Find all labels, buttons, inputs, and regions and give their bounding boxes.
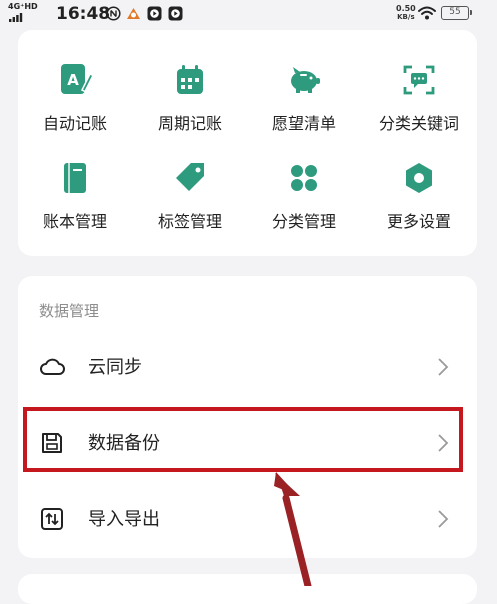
network-speed: 0.50 KB/s: [396, 4, 416, 22]
section-title: 数据管理: [39, 302, 100, 320]
piggy-bank-icon: [291, 67, 320, 93]
wifi-icon: [418, 6, 436, 20]
annotation-arrow-icon: [274, 472, 312, 586]
import-export-icon: [41, 508, 63, 530]
tool-recurring-bookkeeping[interactable]: 周期记账: [133, 60, 247, 134]
ledger-book-icon: [64, 163, 86, 193]
tool-label: 愿望清单: [271, 114, 336, 133]
signal-icon: [9, 13, 23, 22]
settings-icon: [406, 163, 432, 193]
video-app-icon: [147, 6, 162, 21]
calendar-icon: [177, 65, 203, 94]
app-notification-icon: [127, 8, 140, 19]
speed-unit: KB/s: [397, 13, 415, 21]
tag-icon: [176, 163, 204, 191]
nfc-icon: [106, 6, 121, 21]
video-app-icon: [168, 6, 183, 21]
tool-category-keywords[interactable]: 分类关键词: [362, 60, 476, 134]
tool-more-settings[interactable]: 更多设置: [362, 158, 476, 232]
auto-bookkeeping-icon: A: [61, 64, 95, 94]
chevron-right-icon: [438, 358, 449, 376]
chevron-right-icon: [438, 510, 449, 528]
tool-label: 分类关键词: [378, 114, 459, 133]
row-label: 云同步: [88, 357, 142, 378]
row-cloud-sync[interactable]: 云同步: [18, 340, 477, 394]
cloud-icon: [40, 358, 65, 375]
tool-tag-management[interactable]: 标签管理: [133, 158, 247, 232]
tool-ledger-management[interactable]: 账本管理: [18, 158, 132, 232]
tool-auto-bookkeeping[interactable]: A 自动记账: [18, 60, 132, 134]
tool-label: 账本管理: [42, 212, 107, 231]
tool-label: 更多设置: [386, 212, 451, 231]
keyword-scan-icon: [403, 65, 435, 95]
category-grid-icon: [291, 165, 317, 191]
tool-category-management[interactable]: 分类管理: [247, 158, 361, 232]
tool-label: 分类管理: [271, 212, 336, 231]
tool-wishlist[interactable]: 愿望清单: [247, 60, 361, 134]
status-bar: 4G⁺HD 16:48 0.50 KB/s 55: [0, 0, 497, 28]
svg-text:A: A: [67, 71, 79, 89]
highlight-box: [23, 407, 463, 472]
speed-value: 0.50: [396, 4, 416, 13]
row-label: 导入导出: [88, 509, 160, 530]
tool-label: 周期记账: [157, 114, 222, 133]
tool-label: 自动记账: [42, 114, 107, 133]
battery-icon: 55: [441, 6, 472, 20]
tool-label: 标签管理: [157, 212, 222, 231]
clock: 16:48: [56, 4, 111, 24]
tools-card: A 自动记账 周期记账 愿望清单 分类关键词 账本管理 标签管理 分类管理 更多…: [18, 30, 477, 256]
network-type: 4G⁺HD: [8, 2, 38, 11]
